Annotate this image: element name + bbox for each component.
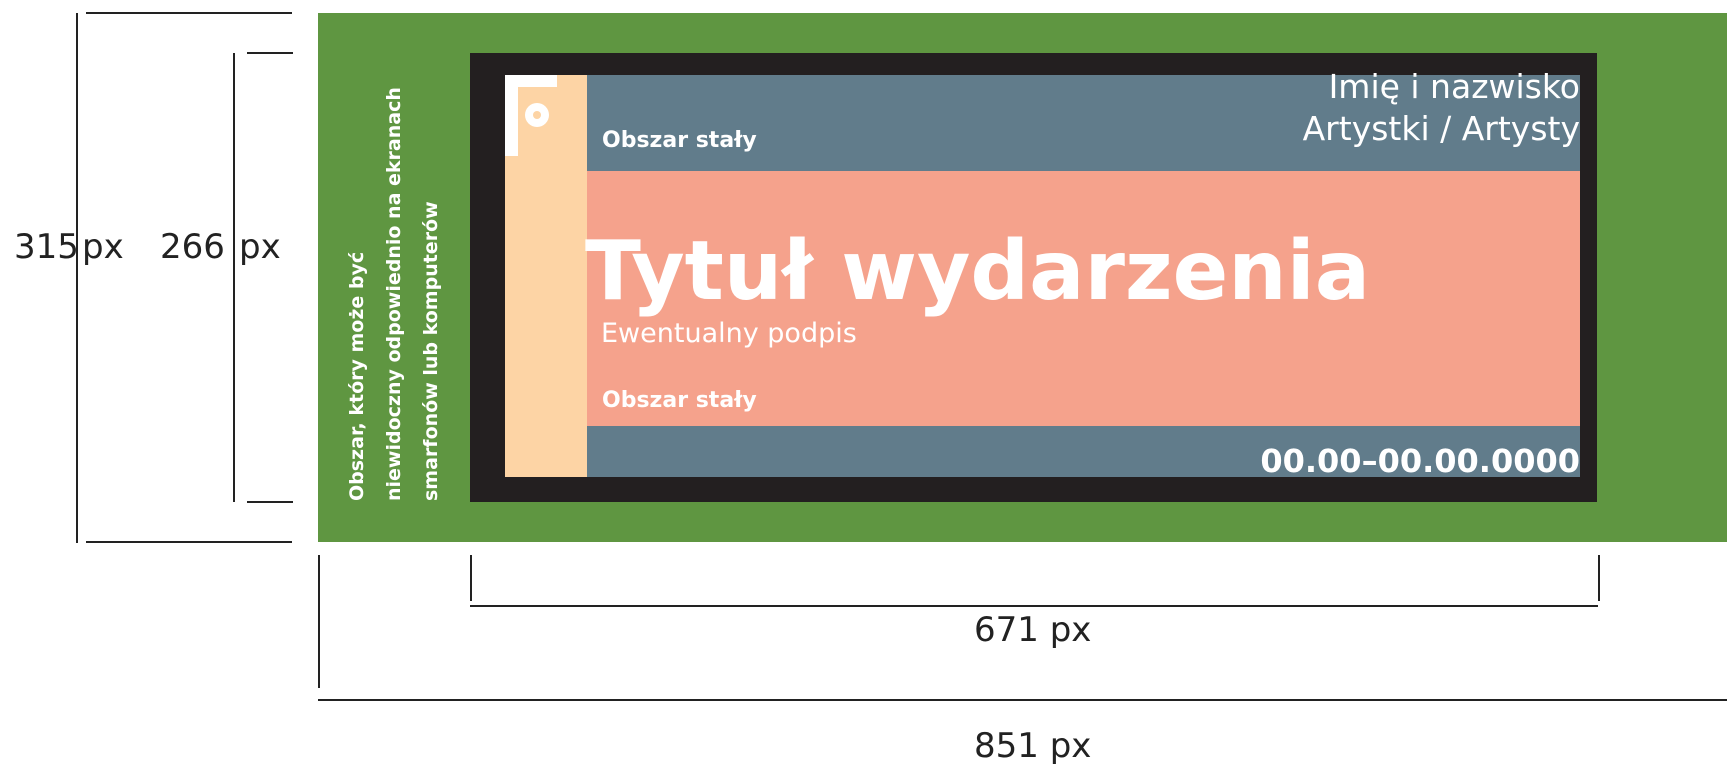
outer-height-tick-bottom [86,541,292,543]
inner-width-label: 671 px [974,610,1092,650]
outer-height-line [76,13,78,543]
inner-height-line [233,53,235,502]
outer-width-tick-left [318,555,320,688]
logo-mark-top [505,75,557,87]
inner-width-tick-left [470,555,472,601]
event-title: Tytuł wydarzenia [585,224,1371,319]
inner-height-tick-top [247,52,293,54]
logo-mark-hole [533,111,541,119]
fixed-area-label-bottom: Obszar stały [602,388,757,413]
event-subtitle: Ewentualny podpis [601,318,857,349]
outer-width-label: 851 px [974,726,1092,766]
safe-area-note-line-2: niewidoczny odpowiednio na ekranach [383,87,405,501]
outer-height-value: 315 [14,227,79,267]
event-date: 00.00–00.00.0000 [1260,442,1580,480]
inner-height-tick-bottom [247,501,293,503]
outer-height-unit: px [82,227,124,267]
safe-area-note-line-1: Obszar, który może być [346,251,368,501]
inner-width-tick-right [1598,555,1600,601]
safe-area-note-line-3: smarfonów lub komputerów [420,201,442,501]
artist-name-line-2: Artystki / Artysty [1302,109,1580,148]
inner-height-unit: px [239,227,281,267]
outer-height-tick-top [86,12,292,14]
artist-name: Imię i nazwisko Artystki / Artysty [1303,66,1580,150]
outer-width-line [318,699,1727,701]
safe-area-note: Obszar, który może być niewidoczny odpow… [339,31,450,501]
inner-width-line [470,605,1598,607]
inner-height-value: 266 [160,227,225,267]
fixed-area-label-top: Obszar stały [602,128,757,153]
artist-name-line-1: Imię i nazwisko [1328,67,1580,106]
logo-mark-bar [505,75,518,156]
